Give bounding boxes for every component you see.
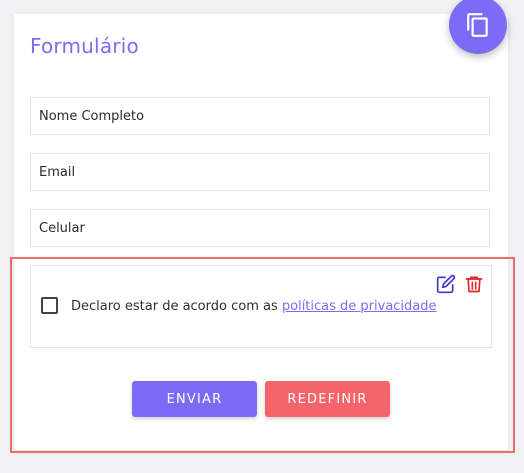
- full-name-input[interactable]: Nome Completo: [30, 97, 490, 135]
- form-title: Formulário: [30, 34, 139, 58]
- consent-text: Declaro estar de acordo com as: [71, 299, 278, 314]
- copy-fab-button[interactable]: [449, 0, 507, 54]
- trash-icon[interactable]: [464, 274, 484, 294]
- submit-button[interactable]: ENVIAR: [132, 381, 257, 417]
- email-input[interactable]: Email: [30, 153, 490, 191]
- reset-button[interactable]: REDEFINIR: [265, 381, 390, 417]
- privacy-consent-checkbox[interactable]: [41, 297, 58, 314]
- edit-icon[interactable]: [436, 274, 456, 294]
- phone-input[interactable]: Celular: [30, 209, 490, 247]
- copy-icon: [467, 13, 488, 37]
- privacy-consent-label: Declaro estar de acordo com as políticas…: [71, 299, 437, 314]
- privacy-policy-link[interactable]: políticas de privacidade: [282, 299, 437, 314]
